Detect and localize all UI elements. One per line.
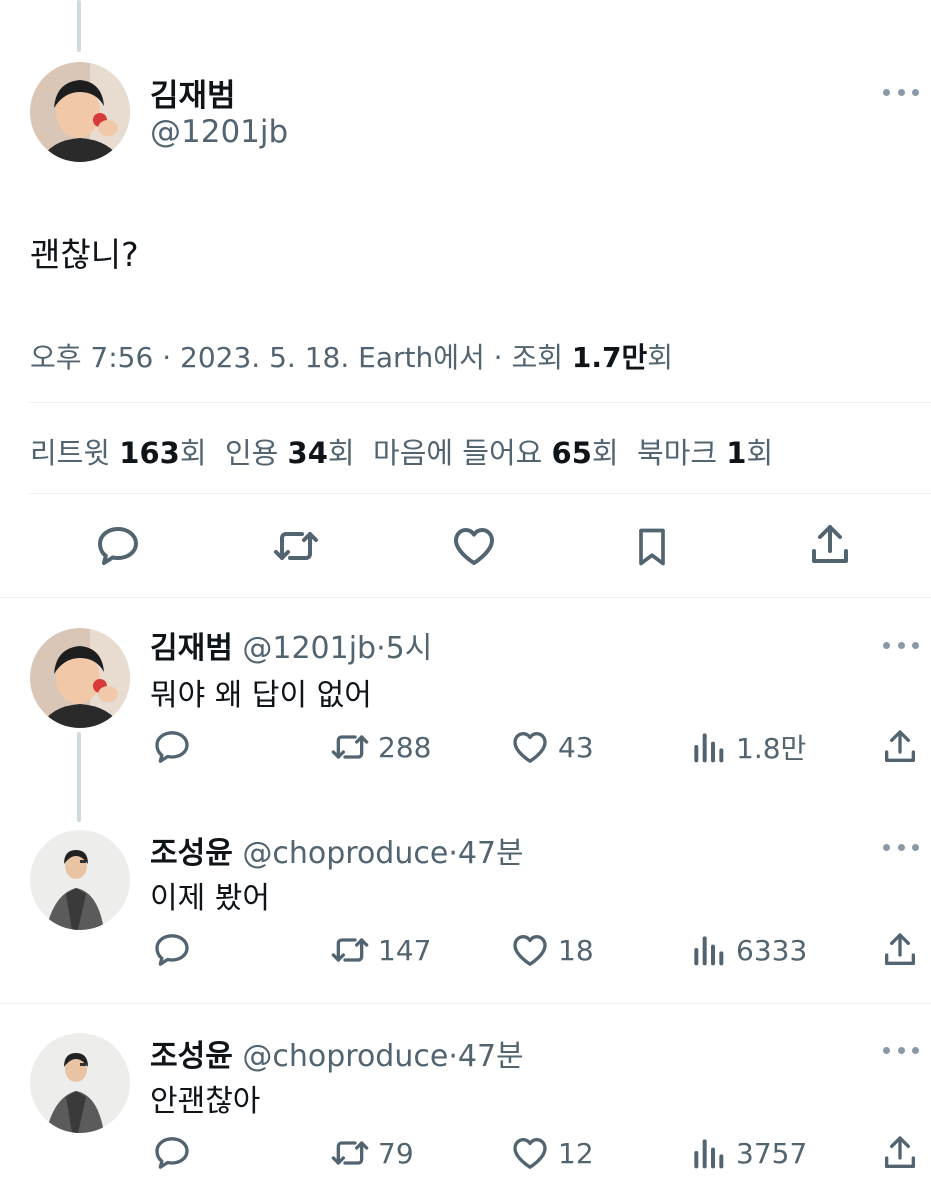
more-icon[interactable]: [883, 840, 919, 854]
more-icon[interactable]: [883, 1043, 919, 1057]
reply-icon: [152, 1133, 192, 1173]
views-label: 조회: [511, 341, 563, 374]
views-icon: [688, 930, 728, 970]
retweet-count: 147: [378, 933, 432, 967]
like-icon: [510, 930, 550, 970]
like-icon: [510, 1133, 550, 1173]
share-icon: [880, 1133, 920, 1173]
reply-text: 뭐야 왜 답이 없어: [150, 678, 372, 713]
reply-author-name[interactable]: 조성윤: [150, 1039, 233, 1074]
tweet-date[interactable]: 2023. 5. 18.: [180, 341, 349, 374]
retweet-icon: [330, 1133, 370, 1173]
divider: [28, 402, 931, 403]
reply-icon: [152, 930, 192, 970]
views-count: 3757: [736, 1136, 808, 1170]
reply-icon: [152, 727, 192, 767]
views-value: 1.7만: [571, 341, 648, 374]
thread-line-top: [77, 0, 81, 52]
stat-likes[interactable]: 마음에 들어요 65회: [373, 436, 619, 470]
share-icon: [880, 727, 920, 767]
stat-retweets[interactable]: 리트윗 163회: [30, 436, 207, 470]
retweet-count: 288: [378, 730, 432, 764]
views-button[interactable]: 6333: [688, 930, 807, 970]
tweet-meta: 오후 7:56 · 2023. 5. 18. Earth에서 · 조회 1.7만…: [30, 341, 674, 374]
retweet-button[interactable]: 288: [330, 727, 431, 767]
reply-icon[interactable]: [94, 522, 142, 570]
engagement-stats: 리트윗 163회 인용 34회 마음에 들어요 65회 북마크 1회: [30, 430, 773, 472]
reply-button[interactable]: [152, 727, 200, 767]
share-button[interactable]: [880, 727, 928, 767]
tweet-source: Earth에서: [358, 341, 485, 374]
like-count: 12: [558, 1136, 594, 1170]
like-button[interactable]: 43: [510, 727, 594, 767]
views-button[interactable]: 3757: [688, 1133, 807, 1173]
views-count: 1.8만: [736, 732, 807, 765]
reply-header: 조성윤 @choproduce·47분: [150, 1039, 524, 1074]
reply-button[interactable]: [152, 930, 200, 970]
reply-button[interactable]: [152, 1133, 200, 1173]
share-button[interactable]: [880, 1133, 928, 1173]
views-count: 6333: [736, 933, 808, 967]
reply-author-handle[interactable]: @choproduce: [242, 1039, 448, 1074]
like-button[interactable]: 12: [510, 1133, 594, 1173]
main-tweet-text: 괜찮니?: [30, 235, 139, 274]
avatar-main[interactable]: [30, 62, 130, 162]
more-icon[interactable]: [883, 85, 919, 99]
divider: [28, 493, 931, 494]
reply-author-handle[interactable]: @choproduce: [242, 836, 448, 871]
reply-header: 김재범 @1201jb·5시: [150, 631, 433, 666]
reply-author-handle[interactable]: @1201jb: [242, 631, 376, 666]
views-icon: [688, 727, 728, 767]
views-button[interactable]: 1.8만: [688, 727, 806, 767]
share-icon[interactable]: [806, 520, 854, 570]
avatar-reply-1[interactable]: [30, 628, 130, 728]
reply-time[interactable]: 47분: [458, 1039, 524, 1074]
stat-bookmarks[interactable]: 북마크 1회: [637, 436, 773, 470]
main-author-handle[interactable]: @1201jb: [150, 114, 288, 150]
thread-line: [77, 732, 81, 822]
like-button[interactable]: 18: [510, 930, 594, 970]
share-icon: [880, 930, 920, 970]
retweet-icon: [330, 727, 370, 767]
avatar-reply-2[interactable]: [30, 830, 130, 930]
reply-time[interactable]: 47분: [458, 836, 524, 871]
stat-quotes[interactable]: 인용 34회: [225, 436, 355, 470]
views-unit: 회: [647, 341, 674, 374]
like-count: 43: [558, 730, 594, 764]
retweet-button[interactable]: 147: [330, 930, 431, 970]
reply-author-name[interactable]: 김재범: [150, 631, 233, 666]
reply-header: 조성윤 @choproduce·47분: [150, 836, 524, 871]
divider: [0, 1003, 931, 1004]
reply-time[interactable]: 5시: [386, 631, 433, 666]
more-icon[interactable]: [883, 638, 919, 652]
like-count: 18: [558, 933, 594, 967]
retweet-count: 79: [378, 1136, 414, 1170]
reply-text: 안괜찮아: [150, 1084, 261, 1119]
avatar-reply-3[interactable]: [30, 1033, 130, 1133]
like-icon[interactable]: [450, 522, 498, 570]
reply-author-name[interactable]: 조성윤: [150, 836, 233, 871]
share-button[interactable]: [880, 930, 928, 970]
like-icon: [510, 727, 550, 767]
tweet-time[interactable]: 오후 7:56: [30, 341, 153, 374]
views-icon: [688, 1133, 728, 1173]
retweet-button[interactable]: 79: [330, 1133, 414, 1173]
divider: [0, 597, 931, 598]
main-author-name[interactable]: 김재범: [150, 70, 236, 115]
retweet-icon: [330, 930, 370, 970]
reply-text: 이제 봤어: [150, 881, 270, 916]
bookmark-icon[interactable]: [630, 522, 674, 572]
retweet-icon[interactable]: [270, 522, 322, 570]
